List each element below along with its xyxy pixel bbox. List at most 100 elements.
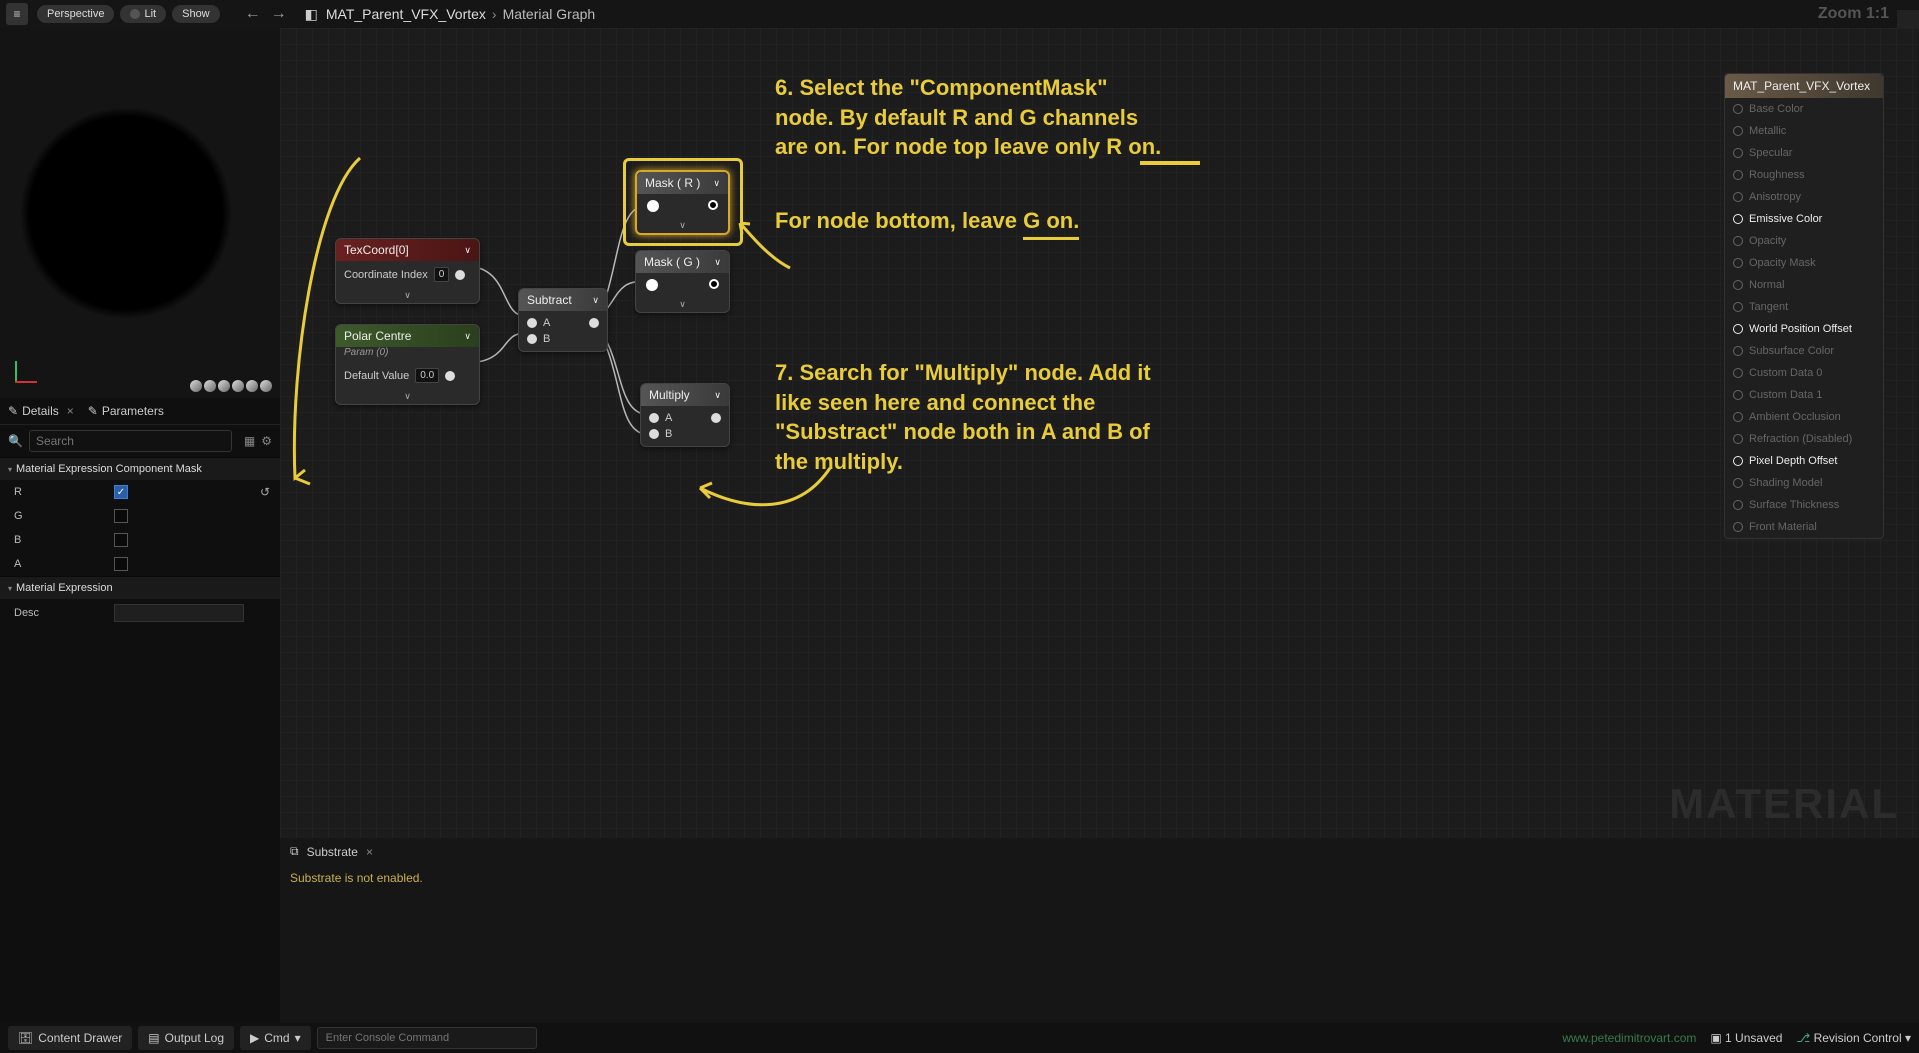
material-pin-custom-data-1[interactable]: Custom Data 1 bbox=[1725, 384, 1883, 406]
chevron-right-icon: › bbox=[492, 6, 497, 22]
section-component-mask[interactable]: Material Expression Component Mask bbox=[0, 457, 280, 480]
output-pin[interactable] bbox=[708, 200, 718, 210]
chevron-down-icon: ▾ bbox=[295, 1031, 301, 1045]
material-graph[interactable]: TexCoord[0]∨ Coordinate Index0 ∨ Polar C… bbox=[280, 28, 1919, 838]
material-pin-tangent[interactable]: Tangent bbox=[1725, 296, 1883, 318]
perspective-pill[interactable]: Perspective bbox=[37, 5, 114, 23]
substrate-icon: ⧉ bbox=[290, 844, 299, 859]
material-pin-surface-thickness[interactable]: Surface Thickness bbox=[1725, 494, 1883, 516]
cmd-dropdown[interactable]: ▶Cmd ▾ bbox=[240, 1026, 311, 1050]
annotation-6: 6. Select the "ComponentMask" node. By d… bbox=[775, 73, 1161, 162]
input-pin-a[interactable] bbox=[649, 413, 659, 423]
material-pin-roughness[interactable]: Roughness bbox=[1725, 164, 1883, 186]
close-icon[interactable]: × bbox=[67, 404, 74, 418]
input-pin-a[interactable] bbox=[527, 318, 537, 328]
material-pin-front-material[interactable]: Front Material bbox=[1725, 516, 1883, 538]
checkbox-r[interactable] bbox=[114, 485, 128, 499]
lit-pill[interactable]: Lit bbox=[120, 5, 166, 23]
material-output-title: MAT_Parent_VFX_Vortex bbox=[1725, 74, 1883, 98]
chevron-down-icon[interactable]: ∨ bbox=[714, 257, 721, 268]
node-title: Subtract bbox=[527, 293, 572, 307]
input-pin-b[interactable] bbox=[527, 334, 537, 344]
checkbox-b[interactable] bbox=[114, 533, 128, 547]
breadcrumb-asset[interactable]: MAT_Parent_VFX_Vortex bbox=[326, 6, 486, 22]
material-pin-specular[interactable]: Specular bbox=[1725, 142, 1883, 164]
parameters-tab[interactable]: ✎ Parameters bbox=[88, 404, 164, 418]
annotation-7: 7. Search for "Multiply" node. Add it li… bbox=[775, 358, 1151, 477]
parameters-tab-label: Parameters bbox=[102, 404, 164, 418]
axis-gizmo-icon bbox=[15, 353, 45, 383]
material-pin-base-color[interactable]: Base Color bbox=[1725, 98, 1883, 120]
expand-icon[interactable]: ∨ bbox=[637, 218, 728, 233]
chevron-down-icon[interactable]: ∨ bbox=[714, 390, 721, 401]
material-pin-emissive-color[interactable]: Emissive Color bbox=[1725, 208, 1883, 230]
node-polar-centre[interactable]: Polar Centre∨ Param (0) Default Value0.0… bbox=[335, 324, 480, 405]
graph-icon: ◧ bbox=[305, 6, 318, 23]
pencil-icon: ✎ bbox=[88, 404, 98, 418]
output-pin[interactable] bbox=[589, 318, 599, 328]
output-pin[interactable] bbox=[709, 279, 719, 289]
material-pin-subsurface-color[interactable]: Subsurface Color bbox=[1725, 340, 1883, 362]
material-pin-world-position-offset[interactable]: World Position Offset bbox=[1725, 318, 1883, 340]
input-pin[interactable] bbox=[647, 200, 659, 212]
details-tab[interactable]: ✎Details× bbox=[8, 404, 74, 418]
dot-icon bbox=[130, 9, 140, 19]
expand-icon[interactable]: ∨ bbox=[336, 288, 479, 303]
material-pin-ambient-occlusion[interactable]: Ambient Occlusion bbox=[1725, 406, 1883, 428]
content-drawer-button[interactable]: 🗄Content Drawer bbox=[8, 1026, 132, 1050]
prop-g-label: G bbox=[14, 510, 114, 522]
input-pin-b[interactable] bbox=[649, 429, 659, 439]
grid-icon[interactable]: ▦ bbox=[244, 434, 255, 448]
revision-control-button[interactable]: ⎇ Revision Control ▾ bbox=[1796, 1031, 1911, 1045]
details-search-input[interactable] bbox=[29, 430, 232, 452]
unsaved-indicator[interactable]: 1 Unsaved bbox=[1710, 1031, 1782, 1045]
output-pin[interactable] bbox=[711, 413, 721, 423]
section-material-expression[interactable]: Material Expression bbox=[0, 576, 280, 599]
input-pin[interactable] bbox=[646, 279, 658, 291]
material-pin-shading-model[interactable]: Shading Model bbox=[1725, 472, 1883, 494]
coord-index-value[interactable]: 0 bbox=[434, 267, 450, 282]
node-mask-r[interactable]: Mask ( R ) ∨ ∨ bbox=[635, 170, 730, 235]
chevron-down-icon[interactable]: ∨ bbox=[464, 245, 471, 256]
show-pill[interactable]: Show bbox=[172, 5, 220, 23]
output-log-button[interactable]: ▤Output Log bbox=[138, 1026, 234, 1050]
node-subtract[interactable]: Subtract∨ A B bbox=[518, 288, 608, 352]
output-pin[interactable] bbox=[445, 371, 455, 381]
node-title: Mask ( R ) bbox=[645, 176, 700, 190]
gear-icon[interactable]: ⚙ bbox=[261, 434, 272, 448]
node-texcoord[interactable]: TexCoord[0]∨ Coordinate Index0 ∨ bbox=[335, 238, 480, 304]
material-output-panel[interactable]: MAT_Parent_VFX_Vortex Base ColorMetallic… bbox=[1724, 73, 1884, 539]
shading-presets[interactable] bbox=[190, 380, 272, 392]
reset-icon[interactable]: ↺ bbox=[260, 485, 270, 499]
material-pin-opacity-mask[interactable]: Opacity Mask bbox=[1725, 252, 1883, 274]
zoom-label: Zoom 1:1 bbox=[1818, 5, 1889, 23]
material-pin-custom-data-0[interactable]: Custom Data 0 bbox=[1725, 362, 1883, 384]
node-multiply[interactable]: Multiply∨ A B bbox=[640, 383, 730, 447]
desc-input[interactable] bbox=[114, 604, 244, 622]
material-pin-metallic[interactable]: Metallic bbox=[1725, 120, 1883, 142]
substrate-tab-label[interactable]: Substrate bbox=[307, 845, 358, 859]
material-pin-normal[interactable]: Normal bbox=[1725, 274, 1883, 296]
node-mask-g[interactable]: Mask ( G )∨ ∨ bbox=[635, 250, 730, 313]
material-pin-pixel-depth-offset[interactable]: Pixel Depth Offset bbox=[1725, 450, 1883, 472]
nav-back-icon[interactable]: ← bbox=[245, 5, 261, 23]
material-pin-refraction-disabled-[interactable]: Refraction (Disabled) bbox=[1725, 428, 1883, 450]
chevron-down-icon[interactable]: ∨ bbox=[713, 178, 720, 189]
default-value[interactable]: 0.0 bbox=[415, 368, 439, 383]
expand-icon[interactable]: ∨ bbox=[336, 389, 479, 404]
menu-icon[interactable]: ≡ bbox=[6, 3, 28, 25]
output-pin[interactable] bbox=[455, 270, 465, 280]
checkbox-g[interactable] bbox=[114, 509, 128, 523]
console-command-input[interactable] bbox=[317, 1027, 537, 1049]
preview-viewport[interactable] bbox=[0, 28, 280, 398]
material-pin-opacity[interactable]: Opacity bbox=[1725, 230, 1883, 252]
chevron-down-icon[interactable]: ∨ bbox=[464, 331, 471, 342]
checkbox-a[interactable] bbox=[114, 557, 128, 571]
expand-icon[interactable]: ∨ bbox=[636, 297, 729, 312]
nav-forward-icon[interactable]: → bbox=[271, 5, 287, 23]
close-icon[interactable]: × bbox=[366, 845, 373, 859]
pin-a-label: A bbox=[665, 412, 672, 424]
material-pin-anisotropy[interactable]: Anisotropy bbox=[1725, 186, 1883, 208]
chevron-down-icon[interactable]: ∨ bbox=[592, 295, 599, 306]
website-link[interactable]: www.petedimitrovart.com bbox=[1562, 1031, 1696, 1045]
